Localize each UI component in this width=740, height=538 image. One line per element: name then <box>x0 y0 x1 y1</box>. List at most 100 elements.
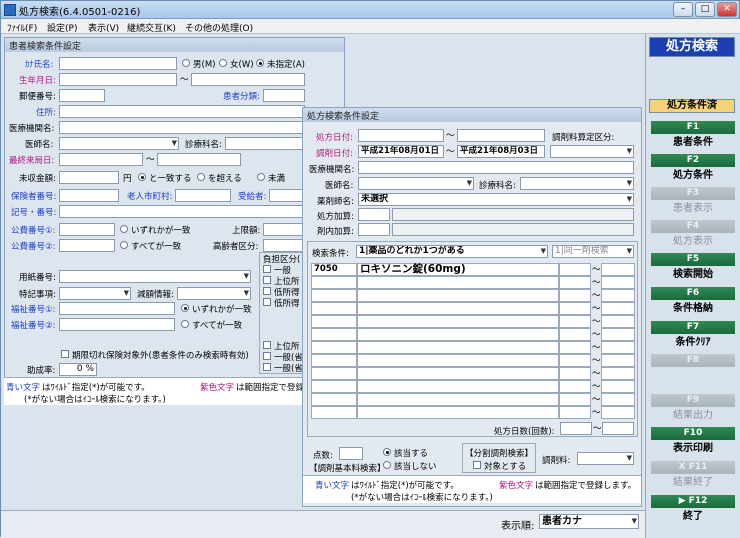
drug-to-cell[interactable] <box>601 406 635 419</box>
elderlv-input[interactable] <box>263 239 305 252</box>
ptype-input[interactable] <box>263 89 305 102</box>
rx-doctor-select[interactable] <box>358 177 474 190</box>
all-radio[interactable] <box>120 241 128 249</box>
lastvisit-to[interactable] <box>157 153 241 166</box>
drug-to-cell[interactable] <box>601 393 635 406</box>
minimize-button[interactable]: – <box>673 2 693 17</box>
drug-from-cell[interactable] <box>559 367 591 380</box>
drug-name-cell[interactable] <box>357 354 559 367</box>
rxdate-to[interactable] <box>457 129 545 142</box>
pub1-input[interactable] <box>59 223 115 236</box>
welfare-all-radio[interactable] <box>181 320 189 328</box>
elder-input[interactable] <box>175 189 231 202</box>
birth-to-input[interactable] <box>191 73 305 86</box>
b7-check[interactable] <box>263 363 271 371</box>
drug-row[interactable]: ～ <box>311 354 635 367</box>
zip-input[interactable] <box>59 89 105 102</box>
fkey-5-button[interactable]: 検索開始 <box>651 268 735 282</box>
drug-to-cell[interactable] <box>601 263 635 276</box>
add1-input[interactable] <box>358 208 390 221</box>
drug-name-cell[interactable] <box>357 393 559 406</box>
drug-name-cell[interactable]: ロキソニン錠(60mg) <box>357 263 559 276</box>
fkey-1-button[interactable]: 患者条件 <box>651 136 735 150</box>
over-radio[interactable] <box>197 173 205 181</box>
fkey-7-tab[interactable]: F7 <box>651 321 735 334</box>
days-to[interactable] <box>602 422 634 435</box>
drug-name-cell[interactable] <box>357 302 559 315</box>
fkey-7-button[interactable]: 条件ｸﾘｱ <box>651 336 735 350</box>
fkey-10-button[interactable]: 表示印刷 <box>651 442 735 456</box>
fkey-9-button[interactable]: 結果出力 <box>651 409 735 423</box>
fkey-11-tab[interactable]: X F11 <box>651 461 735 474</box>
fee-select[interactable] <box>577 452 634 465</box>
drug-code-cell[interactable] <box>311 328 357 341</box>
fkey-8-tab[interactable]: F8 <box>651 354 735 367</box>
reduction-select[interactable] <box>177 287 251 300</box>
drug-row[interactable]: ～ <box>311 315 635 328</box>
drug-to-cell[interactable] <box>601 367 635 380</box>
drugdept-select[interactable]: 未選択 <box>358 193 634 206</box>
anyone-radio[interactable] <box>120 225 128 233</box>
drug-name-cell[interactable] <box>357 380 559 393</box>
drug-name-cell[interactable] <box>357 341 559 354</box>
special-select[interactable] <box>59 287 131 300</box>
drug-to-cell[interactable] <box>601 315 635 328</box>
drug-code-cell[interactable] <box>311 302 357 315</box>
drug-from-cell[interactable] <box>559 393 591 406</box>
eq-radio[interactable] <box>138 173 146 181</box>
b1-check[interactable] <box>263 265 271 273</box>
pub2-input[interactable] <box>59 239 115 252</box>
welfare-any-radio[interactable] <box>181 304 189 312</box>
symbol-input[interactable] <box>59 205 305 218</box>
fkey-9-tab[interactable]: F9 <box>651 394 735 407</box>
drug-name-cell[interactable] <box>357 367 559 380</box>
unpaid-input[interactable] <box>59 171 119 184</box>
drug-from-cell[interactable] <box>559 263 591 276</box>
drug-to-cell[interactable] <box>601 354 635 367</box>
order-select[interactable]: 患者カナ <box>539 514 639 529</box>
same-select[interactable]: 1|同一剤検索 <box>552 245 634 258</box>
drug-from-cell[interactable] <box>559 276 591 289</box>
expired-check[interactable] <box>61 350 69 358</box>
drug-code-cell[interactable]: 7050 <box>311 263 357 276</box>
dispdate-from[interactable]: 平成21年08月01日 <box>358 145 444 158</box>
fkey-8-button[interactable] <box>651 369 735 383</box>
drug-name-cell[interactable] <box>357 289 559 302</box>
paper-select[interactable] <box>59 270 251 283</box>
kana-input[interactable] <box>59 57 177 70</box>
drug-code-cell[interactable] <box>311 276 357 289</box>
drug-code-cell[interactable] <box>311 393 357 406</box>
drug-name-cell[interactable] <box>357 315 559 328</box>
fkey-3-tab[interactable]: F3 <box>651 187 735 200</box>
address-input[interactable] <box>59 105 305 118</box>
fkey-11-button[interactable]: 結果終了 <box>651 476 735 490</box>
b5-check[interactable] <box>263 341 271 349</box>
limit-input[interactable] <box>263 223 305 236</box>
cond-select[interactable]: 1|薬品のどれか1つがある <box>356 245 548 258</box>
menu-file[interactable]: ﾌｧｲﾙ(F) <box>7 21 37 34</box>
drug-from-cell[interactable] <box>559 289 591 302</box>
drug-to-cell[interactable] <box>601 289 635 302</box>
b2-check[interactable] <box>263 276 271 284</box>
drug-code-cell[interactable] <box>311 341 357 354</box>
menu-other[interactable]: その他の処理(O) <box>185 21 253 34</box>
fkey-3-button[interactable]: 患者表示 <box>651 202 735 216</box>
maximize-button[interactable]: □ <box>695 2 715 17</box>
target-check[interactable] <box>473 461 481 469</box>
drug-to-cell[interactable] <box>601 380 635 393</box>
drug-row[interactable]: ～ <box>311 380 635 393</box>
drug-code-cell[interactable] <box>311 354 357 367</box>
rxdate-from[interactable] <box>358 129 444 142</box>
menu-view[interactable]: 表示(V) <box>88 21 119 34</box>
doctor-select[interactable] <box>59 137 179 150</box>
b4-check[interactable] <box>263 298 271 306</box>
drug-from-cell[interactable] <box>559 406 591 419</box>
drug-code-cell[interactable] <box>311 406 357 419</box>
drug-code-cell[interactable] <box>311 315 357 328</box>
rx-inst-input[interactable] <box>358 161 634 174</box>
drug-name-cell[interactable] <box>357 328 559 341</box>
yes-radio[interactable] <box>383 448 391 456</box>
under-radio[interactable] <box>257 173 265 181</box>
feeclass-select[interactable] <box>550 145 634 158</box>
points-input[interactable] <box>339 447 363 460</box>
